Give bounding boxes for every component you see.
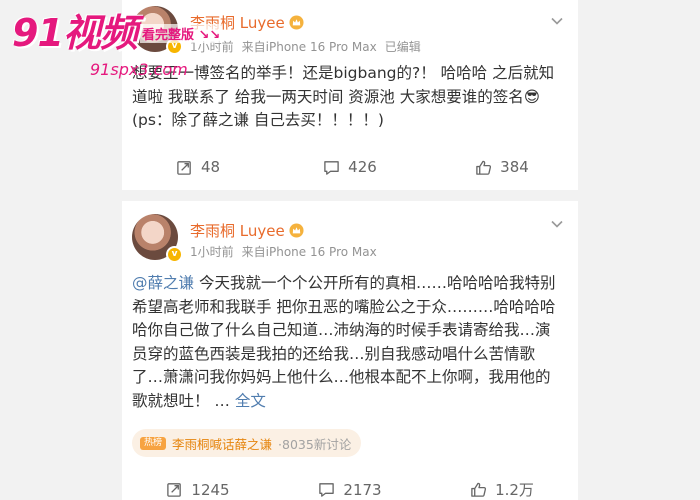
post-meta: 1小时前 来自iPhone 16 Pro Max 已编辑	[190, 38, 429, 55]
repost-count: 1245	[191, 480, 230, 499]
repost-count: 48	[200, 158, 221, 176]
more-chevron-icon[interactable]	[550, 14, 564, 28]
post-source: 来自iPhone 16 Pro Max	[241, 245, 377, 259]
more-chevron-icon[interactable]	[550, 217, 564, 231]
weibo-post-2: v 李雨桐 Luyee 1小时前 来自iPhone 16 Pro Max @薛之谦…	[122, 201, 578, 500]
like-count: 1.2万	[495, 481, 534, 499]
like-icon	[471, 482, 487, 497]
comment-button[interactable]: 426	[274, 158, 426, 176]
like-button[interactable]: 384	[426, 158, 578, 176]
post-meta: 1小时前 来自iPhone 16 Pro Max	[190, 243, 385, 260]
post-source: 来自iPhone 16 Pro Max	[241, 40, 377, 54]
topic-name: 李雨桐喊话薛之谦	[172, 436, 273, 452]
hot-tag: 热榜	[140, 436, 167, 450]
repost-button[interactable]: 1245	[122, 479, 274, 500]
post-time: 1小时前	[190, 245, 234, 259]
repost-icon	[177, 160, 191, 175]
comment-count: 426	[348, 158, 377, 176]
comment-button[interactable]: 2173	[274, 479, 426, 500]
topic-pill[interactable]: 热榜 李雨桐喊话薛之谦 ·8035新讨论	[132, 429, 362, 457]
mention-link[interactable]: @薛之谦	[132, 274, 194, 292]
author-name[interactable]: 李雨桐 Luyee	[190, 12, 304, 33]
watermark-logo: 91视频	[12, 11, 138, 55]
verified-badge-icon: v	[166, 246, 183, 263]
full-text-link[interactable]: 全文	[235, 392, 266, 410]
comment-count: 2173	[343, 480, 382, 499]
topic-count: ·8035新讨论	[278, 436, 352, 452]
verified-badge-icon: v	[166, 38, 183, 55]
like-count: 384	[500, 158, 529, 176]
post-text: @薛之谦 今天我就一个个公开所有的真相……哈哈哈哈我特别希望高老师和我联手 把你…	[132, 272, 564, 413]
post-text: 想要王一博签名的举手！还是bigbang的?！ 哈哈哈 之后就知道啦 我联系了 …	[132, 64, 555, 129]
action-bar: 1245 2173 1.2万	[122, 479, 578, 500]
crown-icon	[289, 15, 304, 30]
post-body: 今天我就一个个公开所有的真相……哈哈哈哈我特别希望高老师和我联手 把你丑恶的嘴脸…	[132, 274, 556, 410]
comment-icon	[324, 160, 339, 175]
edited-label[interactable]: 已编辑	[385, 40, 421, 54]
repost-icon	[167, 483, 182, 497]
repost-button[interactable]: 48	[122, 158, 274, 176]
comment-icon	[319, 483, 335, 497]
like-button[interactable]: 1.2万	[426, 479, 578, 500]
action-bar: 48 426 384	[122, 158, 578, 176]
post-time: 1小时前	[190, 40, 234, 54]
author-name[interactable]: 李雨桐 Luyee	[190, 220, 304, 241]
like-icon	[476, 160, 492, 175]
weibo-post-1: v 李雨桐 Luyee 1小时前 来自iPhone 16 Pro Max 已编辑 想…	[122, 0, 578, 190]
crown-icon	[289, 223, 304, 238]
